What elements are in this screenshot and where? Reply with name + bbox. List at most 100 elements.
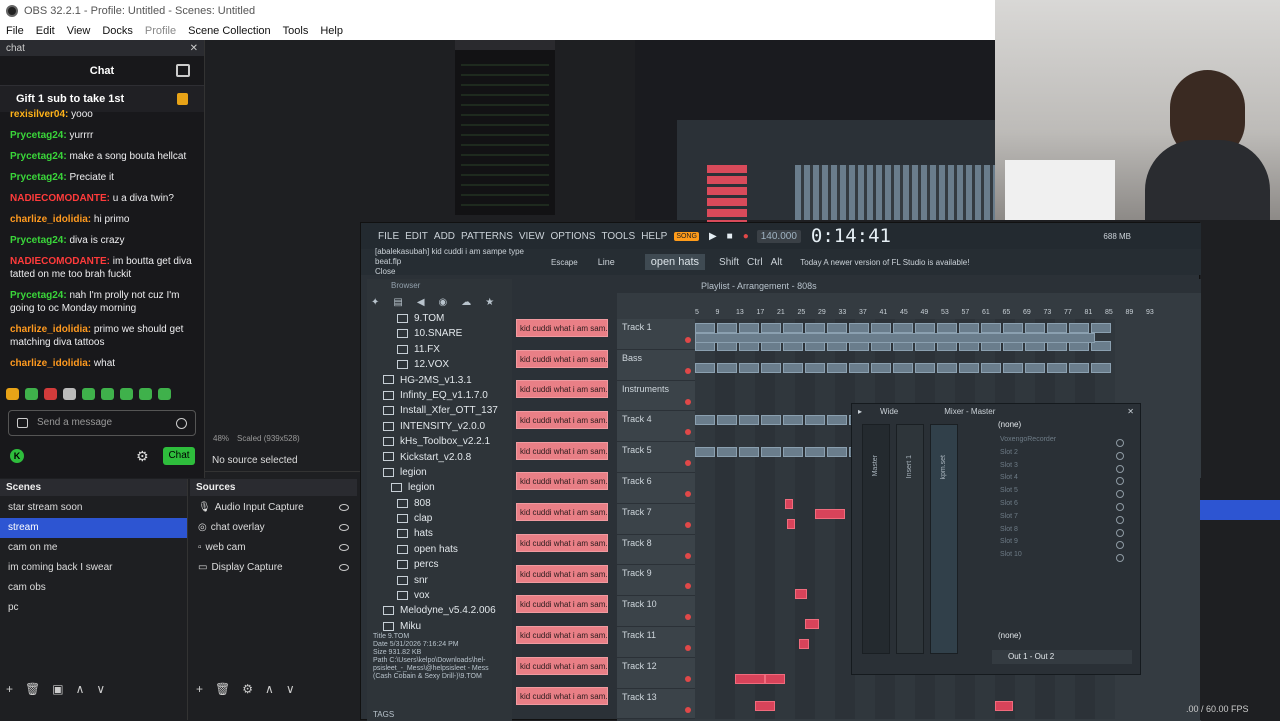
- pattern-clip[interactable]: [783, 447, 803, 457]
- channel-button[interactable]: kid cuddi what i am sam...: [516, 625, 608, 644]
- eye-icon[interactable]: [339, 564, 349, 571]
- effect-slot[interactable]: Slot 5: [990, 487, 1130, 500]
- slot-input-select[interactable]: (none): [998, 420, 1021, 429]
- pattern-clip[interactable]: [827, 447, 847, 457]
- menu-profile[interactable]: Profile: [139, 25, 182, 37]
- pattern-clip[interactable]: [1069, 323, 1089, 333]
- trash-icon[interactable]: 🗑: [215, 682, 230, 696]
- chat-username[interactable]: Prycetag24:: [10, 235, 69, 246]
- update-news[interactable]: Today A newer version of FL Studio is av…: [800, 258, 969, 267]
- channel-button[interactable]: kid cuddi what i am sam...: [516, 319, 608, 337]
- source-item[interactable]: 🎙 Audio Input Capture: [190, 498, 357, 518]
- browser-item[interactable]: open hats: [367, 542, 512, 557]
- pattern-clip[interactable]: [871, 363, 891, 373]
- browser-item[interactable]: kHs_Toolbox_v2.2.1: [367, 434, 512, 449]
- selected-row[interactable]: [1200, 500, 1280, 520]
- track-mute-icon[interactable]: [685, 644, 691, 651]
- emote-icon[interactable]: [6, 388, 19, 400]
- source-item[interactable]: ▫ web cam: [190, 538, 357, 558]
- chat-username[interactable]: Prycetag24:: [10, 172, 69, 183]
- pattern-clip[interactable]: [755, 701, 775, 711]
- scene-item[interactable]: cam obs: [0, 578, 187, 598]
- chat-username[interactable]: charlize_idolidia:: [10, 214, 94, 225]
- emote-icon[interactable]: [44, 388, 57, 400]
- track-mute-icon[interactable]: [685, 429, 691, 436]
- chat-settings-icon[interactable]: [17, 418, 28, 428]
- eye-icon[interactable]: [339, 524, 349, 531]
- play-icon[interactable]: ▶: [709, 231, 717, 242]
- menu-help[interactable]: Help: [314, 25, 349, 37]
- pattern-clip[interactable]: [805, 447, 825, 457]
- browser-item[interactable]: vox: [367, 588, 512, 603]
- browser-item[interactable]: 10.SNARE: [367, 326, 512, 341]
- scaled-size[interactable]: Scaled (939x528): [237, 434, 300, 443]
- channel-button[interactable]: kid cuddi what i am sam...: [516, 656, 608, 675]
- scene-item[interactable]: pc: [0, 598, 187, 618]
- speaker-icon[interactable]: ◀: [417, 297, 425, 308]
- emote-icon[interactable]: [25, 388, 38, 400]
- browser-item[interactable]: 9.TOM: [367, 311, 512, 326]
- fl-menu-patterns[interactable]: PATTERNS: [458, 231, 516, 242]
- pattern-clip[interactable]: [717, 447, 737, 457]
- pattern-clip[interactable]: [1047, 363, 1067, 373]
- pattern-clip[interactable]: [799, 639, 809, 649]
- track-header[interactable]: Track 7: [617, 503, 695, 535]
- pattern-clip[interactable]: [695, 447, 715, 457]
- track-mute-icon[interactable]: [685, 460, 691, 467]
- playlist-pattern[interactable]: 808s: [797, 281, 817, 291]
- zoom-level[interactable]: 48%: [213, 434, 229, 443]
- browser-item[interactable]: Install_Xfer_OTT_137: [367, 403, 512, 418]
- scene-item[interactable]: star stream soon: [0, 498, 187, 518]
- fl-menu-view[interactable]: VIEW: [516, 231, 548, 242]
- song-mode-toggle[interactable]: SONG: [674, 231, 699, 241]
- mixer-strip-master[interactable]: Master: [862, 424, 890, 654]
- fl-menu-edit[interactable]: EDIT: [402, 231, 431, 242]
- pattern-clip[interactable]: [761, 415, 781, 425]
- browser-item[interactable]: 11.FX: [367, 342, 512, 357]
- file-icon[interactable]: ▤: [393, 297, 402, 308]
- menu-view[interactable]: View: [61, 25, 97, 37]
- pattern-clip[interactable]: [783, 415, 803, 425]
- eye-icon[interactable]: [339, 504, 349, 511]
- pattern-clip[interactable]: [761, 323, 781, 333]
- pattern-clip[interactable]: [1025, 363, 1045, 373]
- gear-icon[interactable]: ⚙: [136, 448, 149, 465]
- add-icon[interactable]: +: [6, 682, 13, 696]
- source-item[interactable]: ▭ Display Capture: [190, 558, 357, 578]
- browser-item[interactable]: clap: [367, 511, 512, 526]
- pattern-clip[interactable]: [1003, 323, 1023, 333]
- browser-item[interactable]: snr: [367, 573, 512, 588]
- slot-output-select[interactable]: (none): [998, 631, 1021, 640]
- chat-username[interactable]: charlize_idolidia:: [10, 358, 94, 369]
- output-select[interactable]: Out 1 - Out 2: [992, 650, 1132, 664]
- track-mute-icon[interactable]: [685, 614, 691, 621]
- pattern-clip[interactable]: [915, 363, 935, 373]
- emote-icon[interactable]: [139, 388, 152, 400]
- filter-icon[interactable]: ▣: [52, 682, 63, 696]
- pattern-clip[interactable]: [717, 323, 737, 333]
- effect-slot[interactable]: Slot 9: [990, 538, 1130, 551]
- emote-icon[interactable]: [158, 388, 171, 400]
- effect-slot[interactable]: Slot 8: [990, 526, 1130, 539]
- fl-menu-tools[interactable]: TOOLS: [598, 231, 638, 242]
- users-icon[interactable]: [176, 64, 190, 77]
- effect-slot[interactable]: Slot 10: [990, 551, 1130, 564]
- channel-button[interactable]: kid cuddi what i am sam...: [516, 595, 608, 614]
- chat-input[interactable]: Send a message: [8, 410, 196, 436]
- browser-item[interactable]: legion: [367, 465, 512, 480]
- browser-item[interactable]: hats: [367, 526, 512, 541]
- chat-username[interactable]: Prycetag24:: [10, 130, 69, 141]
- chat-username[interactable]: rexisilver04:: [10, 109, 71, 120]
- star-icon[interactable]: ★: [485, 297, 494, 308]
- pattern-clip[interactable]: [849, 363, 869, 373]
- pattern-clip[interactable]: [717, 415, 737, 425]
- effect-slot[interactable]: Slot 6: [990, 500, 1130, 513]
- mixer-strip-insert[interactable]: kpm.set: [930, 424, 958, 654]
- pattern-clip[interactable]: [717, 363, 737, 373]
- track-header[interactable]: Track 5: [617, 442, 695, 473]
- fl-menu-help[interactable]: HELP: [638, 231, 670, 242]
- chat-send-button[interactable]: Chat: [163, 447, 195, 465]
- chat-username[interactable]: NADIECOMODANTE:: [10, 193, 113, 204]
- browser-item[interactable]: Infinty_EQ_v1.1.7.0: [367, 388, 512, 403]
- browser-item[interactable]: 808: [367, 496, 512, 511]
